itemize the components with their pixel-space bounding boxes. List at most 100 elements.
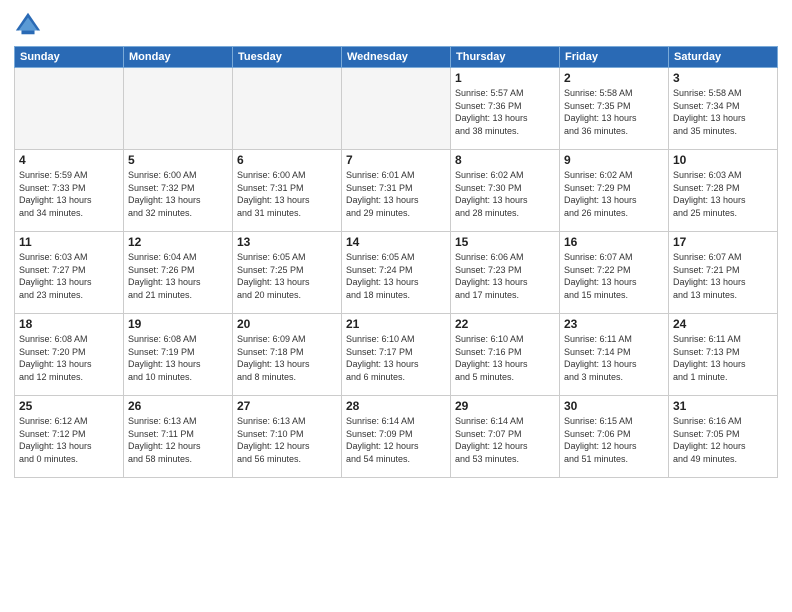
day-number: 30 [564,399,664,413]
day-number: 4 [19,153,119,167]
day-number: 11 [19,235,119,249]
day-number: 18 [19,317,119,331]
day-number: 13 [237,235,337,249]
cell-info: Sunrise: 6:08 AM Sunset: 7:20 PM Dayligh… [19,333,119,383]
cell-info: Sunrise: 6:03 AM Sunset: 7:28 PM Dayligh… [673,169,773,219]
day-cell: 27 Sunrise: 6:13 AM Sunset: 7:10 PM Dayli… [233,396,342,478]
day-cell: 3Sunrise: 5:58 AM Sunset: 7:34 PM Daylig… [669,68,778,150]
day-cell: 20 Sunrise: 6:09 AM Sunset: 7:18 PM Dayli… [233,314,342,396]
day-cell: 19 Sunrise: 6:08 AM Sunset: 7:19 PM Dayli… [124,314,233,396]
week-row-5: 25 Sunrise: 6:12 AM Sunset: 7:12 PM Dayli… [15,396,778,478]
day-cell: 23 Sunrise: 6:11 AM Sunset: 7:14 PM Dayli… [560,314,669,396]
day-cell [124,68,233,150]
day-cell: 15 Sunrise: 6:06 AM Sunset: 7:23 PM Dayli… [451,232,560,314]
cell-info: Sunrise: 6:14 AM Sunset: 7:07 PM Dayligh… [455,415,555,465]
day-number: 20 [237,317,337,331]
day-cell: 10 Sunrise: 6:03 AM Sunset: 7:28 PM Dayli… [669,150,778,232]
day-cell: 6 Sunrise: 6:00 AM Sunset: 7:31 PM Daylig… [233,150,342,232]
day-cell: 12 Sunrise: 6:04 AM Sunset: 7:26 PM Dayli… [124,232,233,314]
day-cell [15,68,124,150]
day-number: 31 [673,399,773,413]
weekday-header-friday: Friday [560,47,669,68]
week-row-3: 11 Sunrise: 6:03 AM Sunset: 7:27 PM Dayli… [15,232,778,314]
day-number: 29 [455,399,555,413]
day-cell: 26Sunrise: 6:13 AM Sunset: 7:11 PM Dayli… [124,396,233,478]
day-number: 25 [19,399,119,413]
day-cell: 31Sunrise: 6:16 AM Sunset: 7:05 PM Dayli… [669,396,778,478]
day-cell: 25 Sunrise: 6:12 AM Sunset: 7:12 PM Dayli… [15,396,124,478]
cell-info: Sunrise: 6:07 AM Sunset: 7:22 PM Dayligh… [564,251,664,301]
day-cell: 24Sunrise: 6:11 AM Sunset: 7:13 PM Dayli… [669,314,778,396]
day-cell: 14 Sunrise: 6:05 AM Sunset: 7:24 PM Dayli… [342,232,451,314]
page-container: SundayMondayTuesdayWednesdayThursdayFrid… [0,0,792,484]
day-number: 5 [128,153,228,167]
day-cell: 22 Sunrise: 6:10 AM Sunset: 7:16 PM Dayli… [451,314,560,396]
day-number: 15 [455,235,555,249]
day-number: 19 [128,317,228,331]
weekday-header-monday: Monday [124,47,233,68]
day-number: 7 [346,153,446,167]
cell-info: Sunrise: 6:09 AM Sunset: 7:18 PM Dayligh… [237,333,337,383]
day-cell: 4 Sunrise: 5:59 AM Sunset: 7:33 PM Daylig… [15,150,124,232]
day-number: 6 [237,153,337,167]
day-number: 10 [673,153,773,167]
day-number: 12 [128,235,228,249]
cell-info: Sunrise: 6:06 AM Sunset: 7:23 PM Dayligh… [455,251,555,301]
cell-info: Sunrise: 6:03 AM Sunset: 7:27 PM Dayligh… [19,251,119,301]
day-number: 1 [455,71,555,85]
day-cell: 9 Sunrise: 6:02 AM Sunset: 7:29 PM Daylig… [560,150,669,232]
day-cell: 11 Sunrise: 6:03 AM Sunset: 7:27 PM Dayli… [15,232,124,314]
day-cell: 29 Sunrise: 6:14 AM Sunset: 7:07 PM Dayli… [451,396,560,478]
day-cell: 8Sunrise: 6:02 AM Sunset: 7:30 PM Daylig… [451,150,560,232]
day-number: 8 [455,153,555,167]
calendar-table: SundayMondayTuesdayWednesdayThursdayFrid… [14,46,778,478]
cell-info: Sunrise: 6:13 AM Sunset: 7:11 PM Dayligh… [128,415,228,465]
cell-info: Sunrise: 6:13 AM Sunset: 7:10 PM Dayligh… [237,415,337,465]
weekday-header-thursday: Thursday [451,47,560,68]
cell-info: Sunrise: 6:01 AM Sunset: 7:31 PM Dayligh… [346,169,446,219]
day-number: 21 [346,317,446,331]
day-cell: 16 Sunrise: 6:07 AM Sunset: 7:22 PM Dayli… [560,232,669,314]
cell-info: Sunrise: 6:04 AM Sunset: 7:26 PM Dayligh… [128,251,228,301]
cell-info: Sunrise: 5:59 AM Sunset: 7:33 PM Dayligh… [19,169,119,219]
cell-info: Sunrise: 6:08 AM Sunset: 7:19 PM Dayligh… [128,333,228,383]
day-number: 9 [564,153,664,167]
cell-info: Sunrise: 6:02 AM Sunset: 7:29 PM Dayligh… [564,169,664,219]
cell-info: Sunrise: 5:58 AM Sunset: 7:35 PM Dayligh… [564,87,664,137]
week-row-4: 18 Sunrise: 6:08 AM Sunset: 7:20 PM Dayli… [15,314,778,396]
cell-info: Sunrise: 6:14 AM Sunset: 7:09 PM Dayligh… [346,415,446,465]
day-number: 22 [455,317,555,331]
logo-icon [14,10,42,38]
week-row-1: 1 Sunrise: 5:57 AM Sunset: 7:36 PM Daylig… [15,68,778,150]
day-cell: 1 Sunrise: 5:57 AM Sunset: 7:36 PM Daylig… [451,68,560,150]
day-number: 3 [673,71,773,85]
cell-info: Sunrise: 6:11 AM Sunset: 7:14 PM Dayligh… [564,333,664,383]
week-row-2: 4 Sunrise: 5:59 AM Sunset: 7:33 PM Daylig… [15,150,778,232]
day-number: 27 [237,399,337,413]
day-number: 28 [346,399,446,413]
day-cell [233,68,342,150]
day-cell: 18 Sunrise: 6:08 AM Sunset: 7:20 PM Dayli… [15,314,124,396]
cell-info: Sunrise: 6:10 AM Sunset: 7:17 PM Dayligh… [346,333,446,383]
cell-info: Sunrise: 6:05 AM Sunset: 7:24 PM Dayligh… [346,251,446,301]
day-cell: 30 Sunrise: 6:15 AM Sunset: 7:06 PM Dayli… [560,396,669,478]
cell-info: Sunrise: 6:12 AM Sunset: 7:12 PM Dayligh… [19,415,119,465]
cell-info: Sunrise: 6:07 AM Sunset: 7:21 PM Dayligh… [673,251,773,301]
cell-info: Sunrise: 5:57 AM Sunset: 7:36 PM Dayligh… [455,87,555,137]
day-number: 16 [564,235,664,249]
logo [14,10,46,38]
day-cell: 5 Sunrise: 6:00 AM Sunset: 7:32 PM Daylig… [124,150,233,232]
day-number: 23 [564,317,664,331]
cell-info: Sunrise: 6:00 AM Sunset: 7:32 PM Dayligh… [128,169,228,219]
cell-info: Sunrise: 6:00 AM Sunset: 7:31 PM Dayligh… [237,169,337,219]
cell-info: Sunrise: 6:10 AM Sunset: 7:16 PM Dayligh… [455,333,555,383]
weekday-header-saturday: Saturday [669,47,778,68]
day-number: 14 [346,235,446,249]
cell-info: Sunrise: 6:11 AM Sunset: 7:13 PM Dayligh… [673,333,773,383]
cell-info: Sunrise: 6:05 AM Sunset: 7:25 PM Dayligh… [237,251,337,301]
day-cell: 13 Sunrise: 6:05 AM Sunset: 7:25 PM Dayli… [233,232,342,314]
day-cell: 21 Sunrise: 6:10 AM Sunset: 7:17 PM Dayli… [342,314,451,396]
weekday-header-sunday: Sunday [15,47,124,68]
cell-info: Sunrise: 6:15 AM Sunset: 7:06 PM Dayligh… [564,415,664,465]
day-number: 17 [673,235,773,249]
